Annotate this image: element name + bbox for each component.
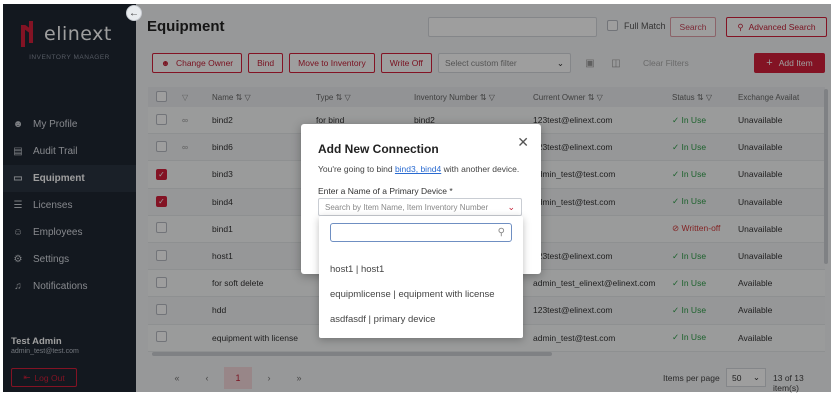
selected-items-link[interactable]: bind3, bind4 (395, 164, 441, 174)
close-icon[interactable]: ✕ (517, 134, 529, 151)
collapse-sidebar-button[interactable]: ← (126, 5, 142, 21)
dropdown-option[interactable]: asdfasdf | primary device (330, 314, 435, 325)
primary-device-label: Enter a Name of a Primary Device * (318, 186, 453, 196)
description-suffix: with another device. (441, 164, 520, 174)
arrow-left-icon: ← (129, 7, 139, 19)
description-prefix: You're going to bind (318, 164, 395, 174)
search-icon: ⚲ (497, 227, 505, 238)
dropdown-option[interactable]: equipmlicense | equipment with license (330, 289, 495, 300)
dropdown-search-input[interactable]: ⚲ (330, 223, 512, 242)
dropdown-option[interactable]: host1 | host1 (330, 264, 384, 275)
modal-title: Add New Connection (318, 142, 439, 156)
primary-device-dropdown: ⚲ host1 | host1 equipmlicense | equipmen… (319, 216, 523, 338)
primary-device-placeholder: Search by Item Name, Item Inventory Numb… (325, 202, 489, 212)
modal-description: You're going to bind bind3, bind4 with a… (318, 164, 519, 174)
primary-device-select[interactable]: Search by Item Name, Item Inventory Numb… (318, 198, 522, 216)
chevron-down-icon: ⌄ (507, 201, 515, 212)
